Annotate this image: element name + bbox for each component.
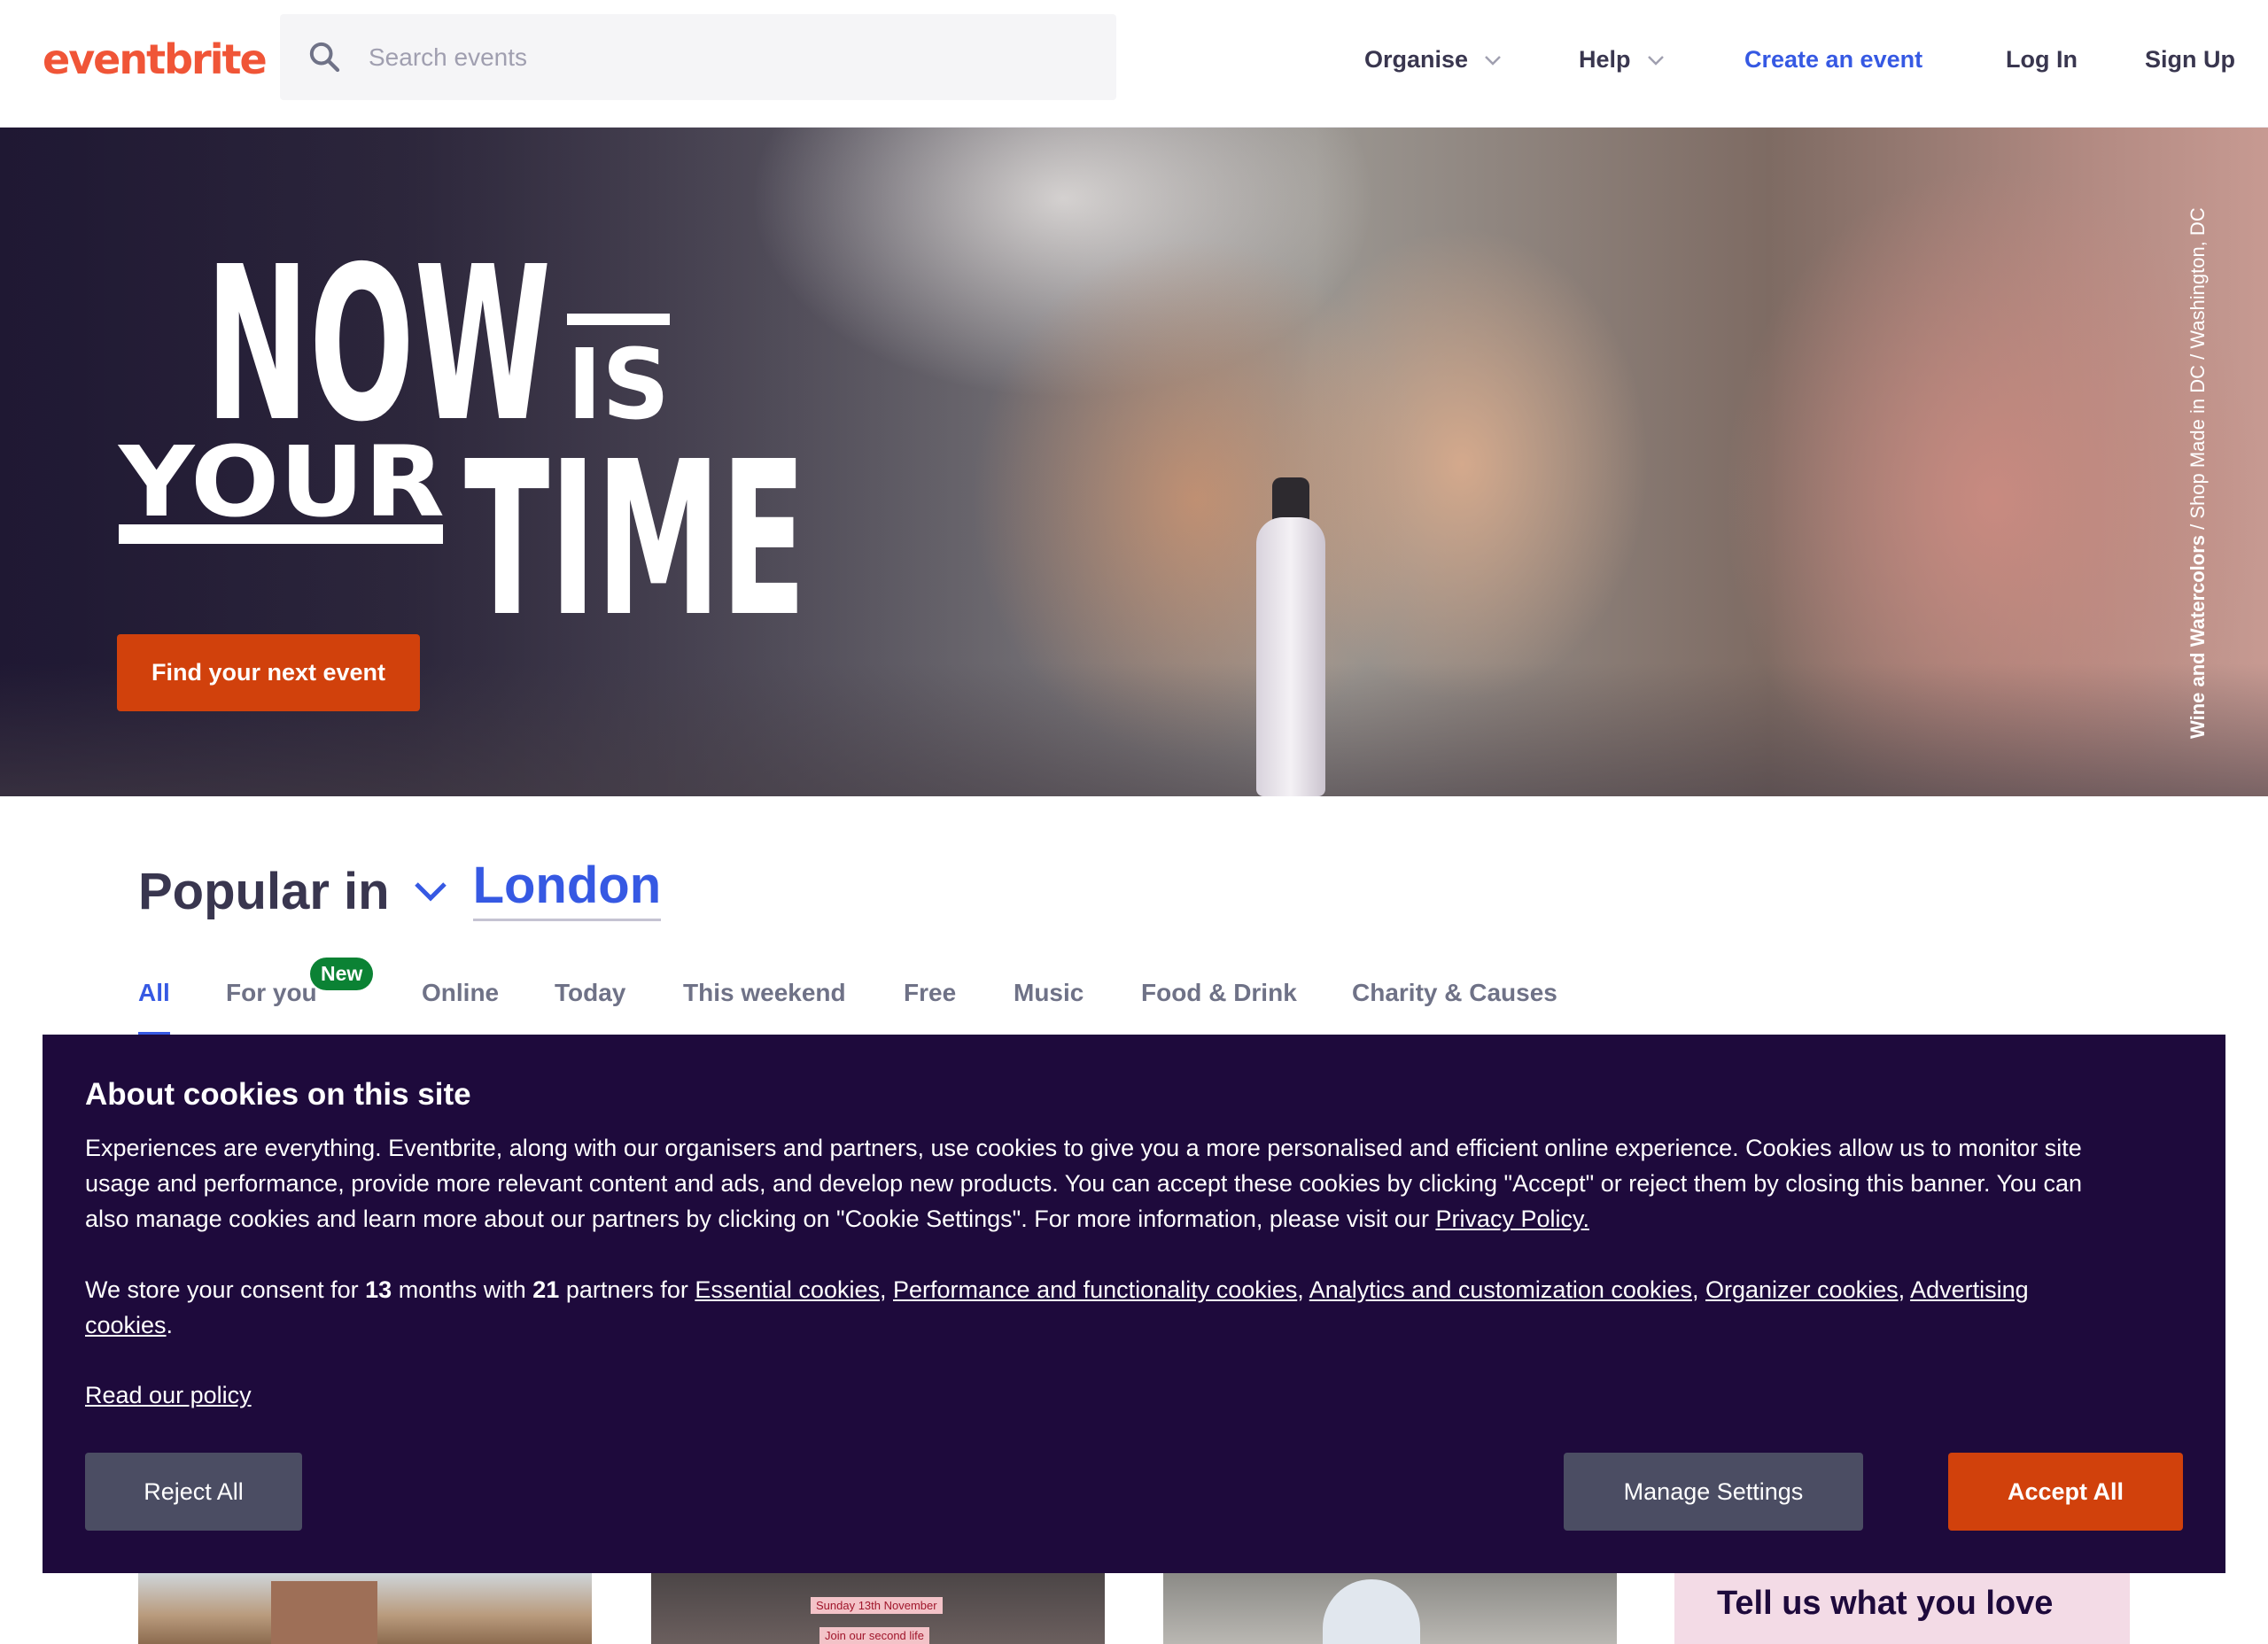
chevron-down-icon <box>1647 55 1664 66</box>
consent-partners-text: partners for <box>559 1276 695 1303</box>
tab-label: All <box>138 979 170 1006</box>
manage-settings-button[interactable]: Manage Settings <box>1564 1453 1863 1531</box>
event-card-image[interactable] <box>138 1572 592 1644</box>
tab-for-you[interactable]: For you New <box>226 958 374 1007</box>
privacy-policy-link[interactable]: Privacy Policy. <box>1435 1206 1589 1232</box>
consent-months: 13 <box>365 1276 392 1303</box>
chevron-down-icon <box>1485 55 1501 66</box>
tab-food-drink[interactable]: Food & Drink <box>1141 979 1297 1007</box>
tab-this-weekend[interactable]: This weekend <box>683 979 846 1007</box>
nav-create-event[interactable]: Create an event <box>1744 46 1922 74</box>
tab-all[interactable]: All <box>138 979 170 1036</box>
photo-credit-location: / Shop Made in DC / Washington, DC <box>2186 207 2209 535</box>
tab-free[interactable]: Free <box>904 979 956 1007</box>
top-header: eventbrite Organise Help Create an event… <box>0 0 2268 128</box>
consent-prefix: We store your consent for <box>85 1276 366 1303</box>
headline-your: YOUR <box>117 425 445 539</box>
reject-all-button[interactable]: Reject All <box>85 1453 302 1531</box>
search-input[interactable] <box>369 14 1095 100</box>
nav-help[interactable]: Help <box>1579 46 1665 74</box>
cookie-banner: About cookies on this site Experiences a… <box>43 1035 2225 1573</box>
tab-online[interactable]: Online <box>422 979 499 1007</box>
location-selector[interactable]: London <box>472 856 662 921</box>
accept-all-button[interactable]: Accept All <box>1948 1453 2183 1531</box>
analytics-cookies-link[interactable]: Analytics and customization cookies <box>1309 1276 1692 1303</box>
photo-credit-event: Wine and Watercolors <box>2186 534 2209 739</box>
event-card-image[interactable]: Sunday 13th November Join our second lif… <box>651 1572 1105 1644</box>
headline-is-bar <box>567 314 670 325</box>
search-icon <box>309 42 340 73</box>
tell-us-title: Tell us what you love <box>1717 1585 2054 1622</box>
find-next-event-button[interactable]: Find your next event <box>117 634 420 711</box>
cookie-description: Experiences are everything. Eventbrite, … <box>85 1130 2087 1237</box>
hero-banner: NOW IS YOUR TIME Find your next event Wi… <box>0 128 2268 796</box>
tab-label: For you <box>226 979 317 1006</box>
new-badge: New <box>310 958 374 990</box>
headline-your-bar <box>119 524 443 544</box>
card-promo-tag: Join our second life <box>819 1627 930 1644</box>
cookie-consent-text: We store your consent for 13 months with… <box>85 1276 2029 1338</box>
cookie-title: About cookies on this site <box>85 1077 471 1112</box>
cookie-description-text: Experiences are everything. Eventbrite, … <box>85 1135 2083 1232</box>
hero-photo-bottle <box>1256 517 1325 796</box>
nav-sign-up[interactable]: Sign Up <box>2145 46 2235 74</box>
eventbrite-logo[interactable]: eventbrite <box>43 35 268 83</box>
headline-time: TIME <box>464 415 806 631</box>
card-person-shape <box>1323 1579 1420 1644</box>
popular-heading: Popular in London <box>138 856 662 921</box>
card-date-tag: Sunday 13th November <box>811 1597 943 1614</box>
photo-credit: Wine and Watercolors / Shop Made in DC /… <box>2186 207 2210 739</box>
nav-organise[interactable]: Organise <box>1364 46 1502 74</box>
nav-organise-label: Organise <box>1364 46 1469 73</box>
tab-music[interactable]: Music <box>1014 979 1084 1007</box>
event-card-image[interactable] <box>1163 1572 1617 1644</box>
consent-months-text: months with <box>392 1276 533 1303</box>
tab-charity-causes[interactable]: Charity & Causes <box>1352 979 1557 1007</box>
card-castle-shape <box>271 1581 377 1644</box>
hero-headline: NOW IS YOUR TIME <box>117 241 806 631</box>
organizer-cookies-link[interactable]: Organizer cookies <box>1705 1276 1899 1303</box>
consent-partners: 21 <box>532 1276 560 1303</box>
popular-title: Popular in <box>138 863 390 920</box>
chevron-down-icon[interactable] <box>413 880 448 903</box>
performance-cookies-link[interactable]: Performance and functionality cookies <box>893 1276 1297 1303</box>
nav-log-in[interactable]: Log In <box>2006 46 2078 74</box>
tell-us-card[interactable]: Tell us what you love <box>1674 1572 2130 1644</box>
search-bar[interactable] <box>280 14 1116 100</box>
essential-cookies-link[interactable]: Essential cookies <box>695 1276 880 1303</box>
nav-help-label: Help <box>1579 46 1631 73</box>
read-policy-link[interactable]: Read our policy <box>85 1382 252 1409</box>
tab-today[interactable]: Today <box>555 979 625 1007</box>
